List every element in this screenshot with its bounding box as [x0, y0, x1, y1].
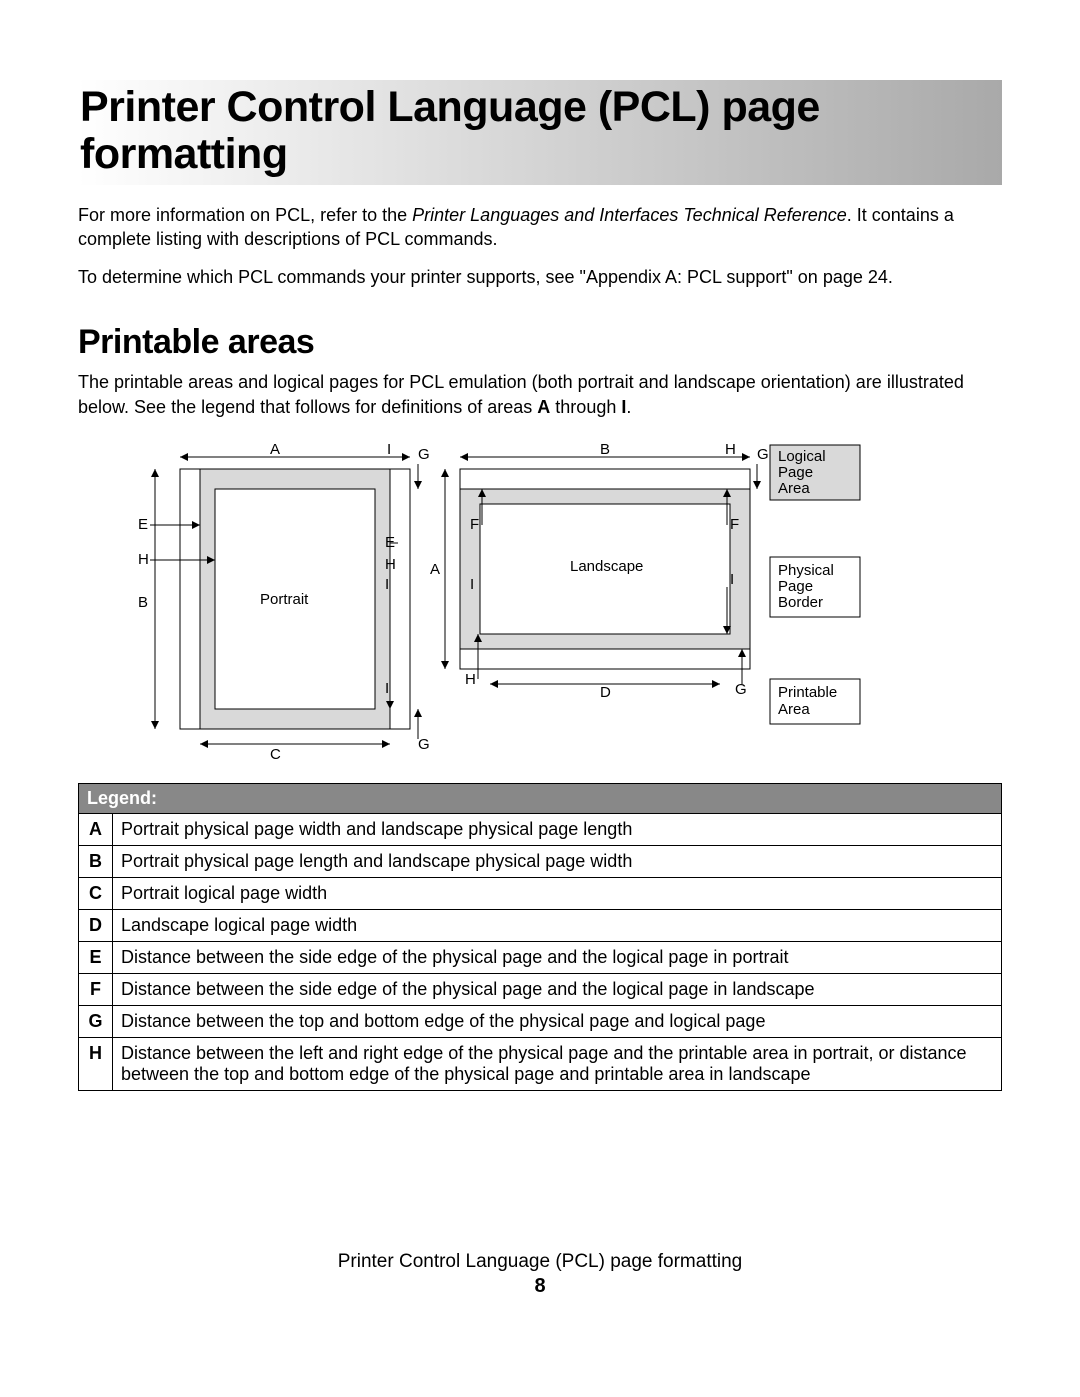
footer-title: Printer Control Language (PCL) page form…: [78, 1251, 1002, 1273]
svg-text:Area: Area: [778, 701, 810, 718]
intro-text-1a: For more information on PCL, refer to th…: [78, 205, 412, 225]
table-row: DLandscape logical page width: [79, 910, 1002, 942]
svg-text:Page: Page: [778, 464, 813, 481]
svg-text:G: G: [418, 446, 430, 463]
table-row: EDistance between the side edge of the p…: [79, 942, 1002, 974]
svg-text:H: H: [138, 551, 149, 568]
section-text-end: .: [626, 397, 631, 417]
svg-text:H: H: [465, 671, 476, 688]
svg-text:I: I: [385, 680, 389, 697]
table-row: GDistance between the top and bottom edg…: [79, 1006, 1002, 1038]
svg-text:Printable: Printable: [778, 684, 837, 701]
svg-text:Landscape: Landscape: [570, 558, 643, 575]
section-bold-1: A: [537, 397, 550, 417]
svg-text:G: G: [418, 736, 430, 753]
svg-text:H: H: [385, 556, 396, 573]
svg-text:Border: Border: [778, 594, 823, 611]
printable-areas-diagram: Portrait A I G B E H E H I C G I: [130, 439, 950, 759]
svg-text:I: I: [385, 576, 389, 593]
svg-text:C: C: [270, 746, 281, 759]
intro-paragraph-1: For more information on PCL, refer to th…: [78, 203, 1002, 252]
legend-header: Legend:: [79, 784, 1002, 814]
svg-text:B: B: [600, 441, 610, 458]
section-paragraph: The printable areas and logical pages fo…: [78, 370, 1002, 419]
table-row: BPortrait physical page length and lands…: [79, 846, 1002, 878]
table-row: CPortrait logical page width: [79, 878, 1002, 910]
section-heading: Printable areas: [78, 323, 1002, 362]
svg-text:Area: Area: [778, 480, 810, 497]
svg-text:D: D: [600, 684, 611, 701]
intro-text-1em: Printer Languages and Interfaces Technic…: [412, 205, 847, 225]
svg-text:G: G: [757, 446, 769, 463]
svg-text:Page: Page: [778, 578, 813, 595]
svg-text:I: I: [387, 441, 391, 458]
svg-text:F: F: [730, 516, 739, 533]
svg-text:A: A: [430, 561, 440, 578]
svg-text:G: G: [735, 681, 747, 698]
page-footer: Printer Control Language (PCL) page form…: [78, 1251, 1002, 1298]
page-number: 8: [78, 1275, 1002, 1298]
svg-text:Portrait: Portrait: [260, 591, 309, 608]
legend-table: Legend: APortrait physical page width an…: [78, 783, 1002, 1091]
section-text-a: The printable areas and logical pages fo…: [78, 372, 964, 416]
intro-paragraph-2: To determine which PCL commands your pri…: [78, 265, 1002, 289]
svg-text:I: I: [470, 576, 474, 593]
svg-text:H: H: [725, 441, 736, 458]
svg-text:B: B: [138, 594, 148, 611]
page-title: Printer Control Language (PCL) page form…: [78, 80, 1002, 185]
svg-text:Logical: Logical: [778, 448, 826, 465]
svg-text:F: F: [470, 516, 479, 533]
svg-text:A: A: [270, 441, 280, 458]
svg-text:Physical: Physical: [778, 562, 834, 579]
table-row: FDistance between the side edge of the p…: [79, 974, 1002, 1006]
table-row: APortrait physical page width and landsc…: [79, 814, 1002, 846]
svg-text:I: I: [730, 571, 734, 588]
section-text-mid: through: [550, 397, 621, 417]
svg-text:E: E: [138, 516, 148, 533]
table-row: HDistance between the left and right edg…: [79, 1038, 1002, 1091]
